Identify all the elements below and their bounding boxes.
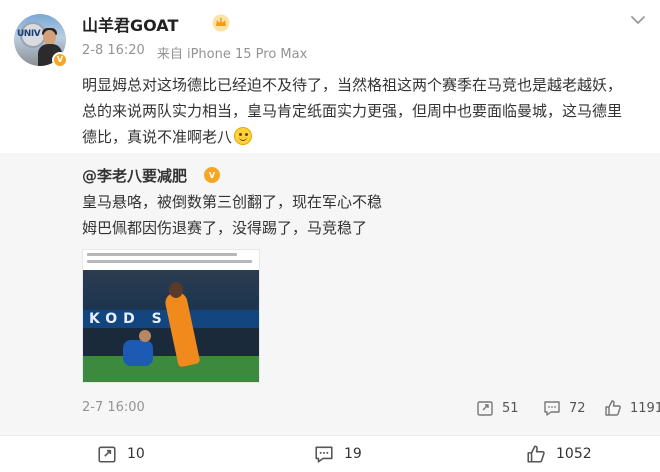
repost-author[interactable]: @李老八要减肥 — [82, 165, 187, 186]
comment-icon — [544, 401, 560, 416]
repost-date[interactable]: 2-7 16:00 — [82, 396, 145, 420]
repost-text-line: 姆巴佩都因伤退赛了，没得踢了，马竞稳了 — [82, 219, 368, 237]
post-text-line: 德比，真说不准啊老八 — [82, 124, 652, 150]
crown-icon — [212, 14, 230, 32]
action-bar: 10 19 1052 — [0, 436, 660, 472]
like-button[interactable]: 1052 — [526, 436, 592, 472]
football-photo: KOD S — [83, 270, 259, 382]
share-button[interactable]: 10 — [97, 436, 145, 472]
username[interactable]: 山羊君GOAT — [82, 12, 178, 36]
comment-button[interactable]: 19 — [314, 436, 362, 472]
share-icon — [98, 446, 116, 463]
post-meta: 2-8 16:20 来自 iPhone 15 Pro Max — [82, 43, 307, 62]
comment-icon — [315, 446, 333, 463]
thumbs-up-icon — [605, 400, 621, 416]
logo-lettering: UNIV — [17, 29, 41, 39]
smile-icon — [234, 127, 253, 145]
share-icon — [477, 401, 493, 416]
repost-footer: 2-7 16:00 51 72 1191 — [0, 396, 660, 420]
post-text: 明显姆总对这场德比已经迫不及待了，当然格祖这两个赛季在马竞也是越老越妖， 总的来… — [82, 72, 652, 150]
post-text-line: 明显姆总对这场德比已经迫不及待了，当然格祖这两个赛季在马竞也是越老越妖， — [82, 76, 623, 94]
like-count: 1052 — [556, 446, 592, 462]
comment-count: 19 — [344, 446, 362, 462]
repost-share-count: 51 — [502, 400, 519, 416]
repost-comment-button[interactable]: 72 — [543, 396, 586, 420]
image-caption-lines — [87, 253, 257, 267]
repost-image[interactable]: KOD S — [82, 249, 260, 383]
chevron-down-icon[interactable] — [630, 14, 646, 26]
post-text-line: 总的来说两队实力相当，皇马肯定纸面实力更强，但周中也要面临曼城，这马德里 — [82, 102, 623, 120]
thumbs-up-icon — [527, 445, 545, 463]
repost-text-line: 皇马悬咯，被倒数第三创翻了，现在军心不稳 — [82, 193, 383, 211]
repost-comment-count: 72 — [569, 400, 586, 416]
post-device: 来自 iPhone 15 Pro Max — [156, 47, 308, 62]
repost-like-count: 1191 — [630, 400, 660, 416]
repost-like-button[interactable]: 1191 — [604, 396, 660, 420]
repost-share-button[interactable]: 51 — [476, 396, 519, 420]
verified-badge-icon: V — [52, 52, 68, 68]
share-count: 10 — [127, 446, 145, 462]
post-date[interactable]: 2-8 16:20 — [82, 43, 145, 62]
repost-text: 皇马悬咯，被倒数第三创翻了，现在军心不稳 姆巴佩都因伤退赛了，没得踢了，马竞稳了 — [82, 189, 382, 241]
avatar-container[interactable]: UNIV V — [14, 14, 68, 68]
verified-badge-icon: V — [204, 167, 220, 183]
